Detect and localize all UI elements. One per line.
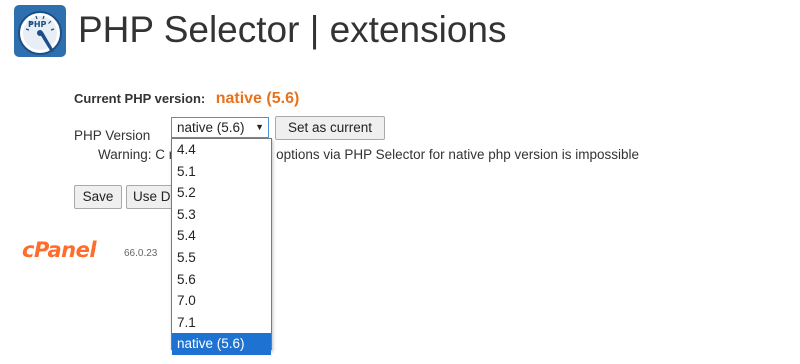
dropdown-option[interactable]: 7.0 — [172, 290, 271, 312]
dropdown-option-selected[interactable]: native (5.6) — [172, 333, 271, 355]
dropdown-option[interactable]: 4.4 — [172, 139, 271, 161]
cpanel-version: 66.0.23 — [124, 248, 158, 259]
php-version-dropdown-list[interactable]: 4.4 5.1 5.2 5.3 5.4 5.5 5.6 7.0 7.1 nati… — [171, 138, 272, 355]
set-as-current-button[interactable]: Set as current — [275, 116, 385, 140]
save-button[interactable]: Save — [74, 185, 122, 209]
php-version-selected-value: native (5.6) — [177, 120, 245, 135]
dropdown-option[interactable]: 5.2 — [172, 182, 271, 204]
page-title: PHP Selector | extensions — [78, 9, 507, 50]
dropdown-arrow-icon: ▼ — [255, 122, 264, 132]
php-version-select[interactable]: native (5.6) ▼ — [171, 117, 269, 138]
php-speedometer-icon: PHP — [14, 5, 66, 57]
dropdown-option[interactable]: 5.5 — [172, 247, 271, 269]
dropdown-option[interactable]: 5.3 — [172, 204, 271, 226]
page-header: PHP PHP Selector | extensions — [0, 0, 800, 64]
dropdown-option[interactable]: 7.1 — [172, 312, 271, 334]
dropdown-option[interactable]: 5.1 — [172, 161, 271, 183]
current-version-row: Current PHP version: native (5.6) — [74, 90, 299, 108]
dropdown-option[interactable]: 5.6 — [172, 269, 271, 291]
php-version-label: PHP Version — [74, 128, 151, 143]
dropdown-option[interactable]: 5.4 — [172, 225, 271, 247]
current-version-label: Current PHP version: — [74, 91, 206, 106]
current-version-value: native (5.6) — [215, 90, 300, 107]
svg-text:PHP: PHP — [28, 20, 47, 29]
cpanel-logo: cPanel — [22, 238, 97, 262]
